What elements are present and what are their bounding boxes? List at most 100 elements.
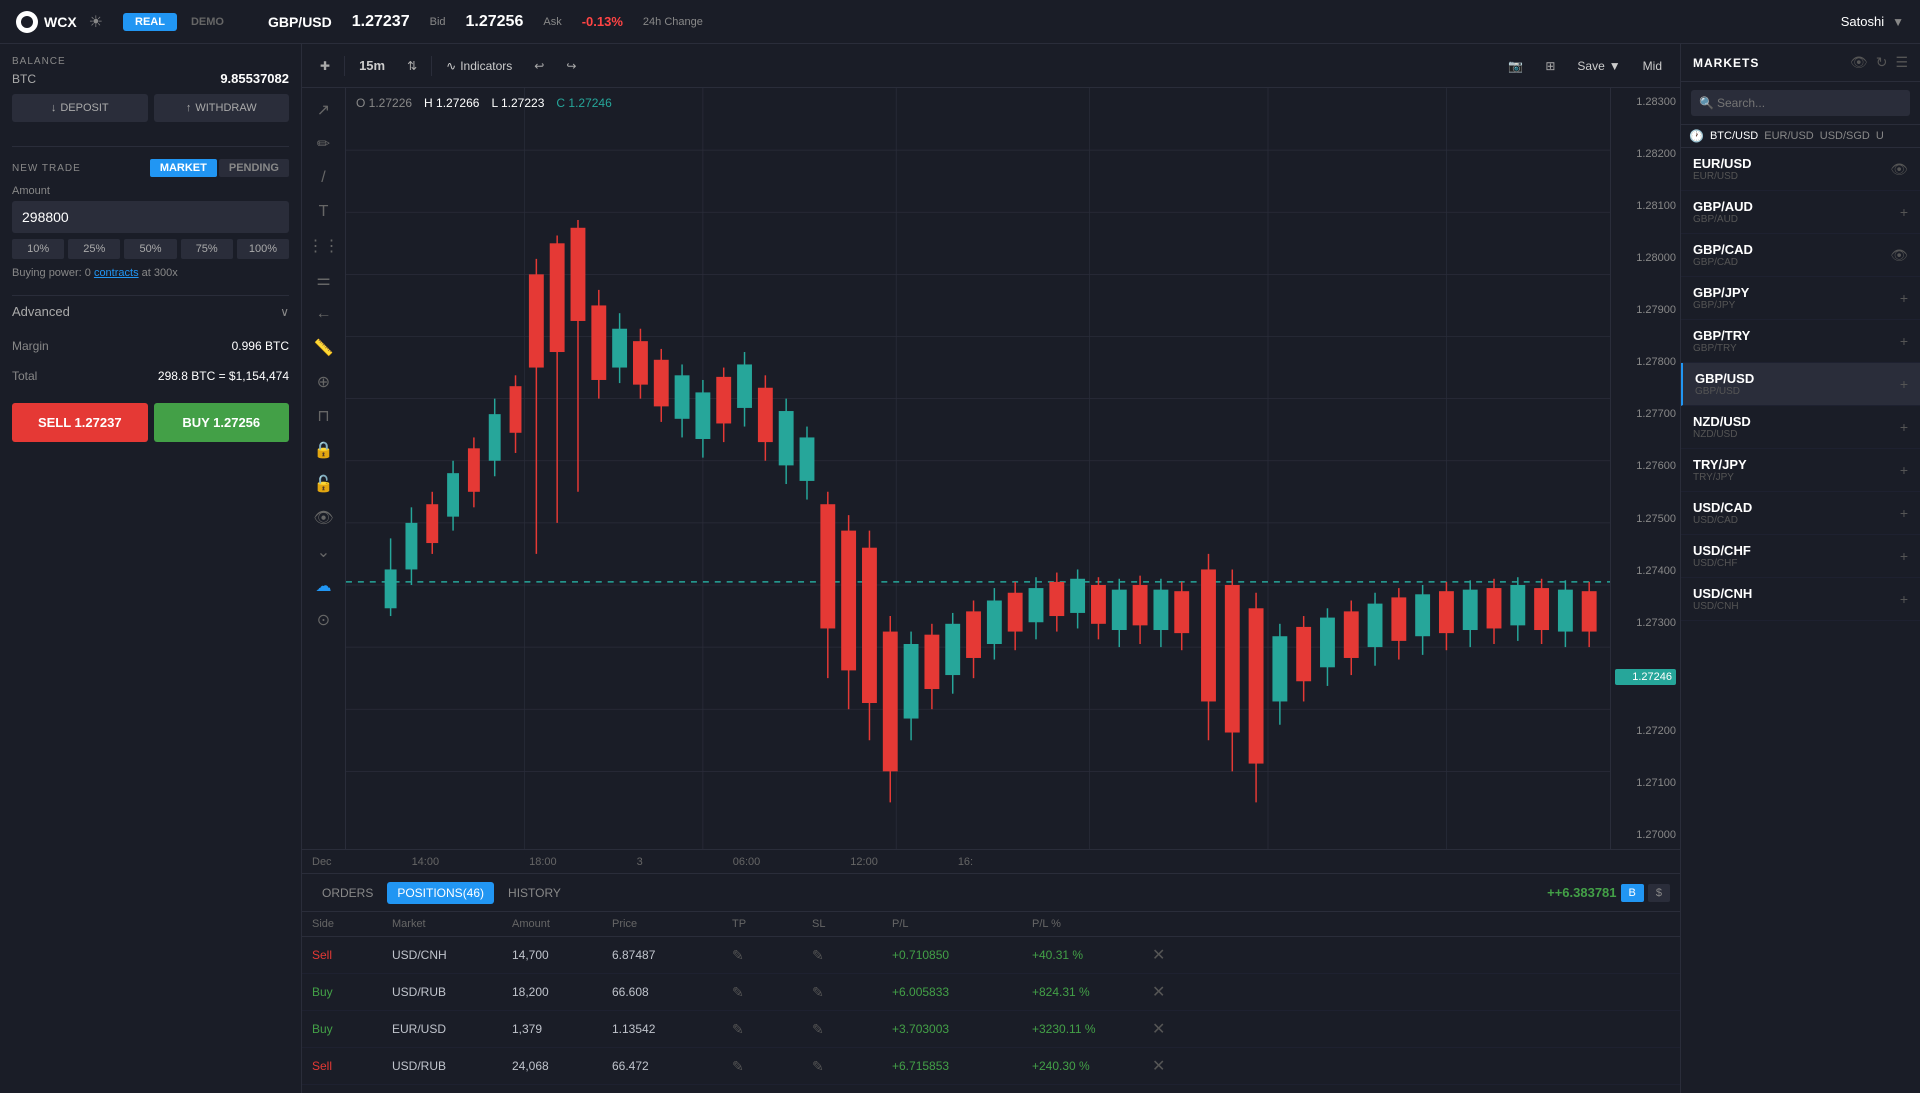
user-menu-button[interactable]: Satoshi: [1841, 14, 1884, 29]
ruler-tool[interactable]: 📏: [310, 334, 338, 362]
expand-tool[interactable]: ⌄: [310, 538, 338, 566]
plus-icon[interactable]: +: [1900, 376, 1908, 392]
channels-tool[interactable]: ⚌: [310, 266, 338, 294]
positions-tab[interactable]: POSITIONS(46): [387, 882, 494, 904]
btc-switch-button[interactable]: B: [1621, 884, 1644, 902]
plus-icon[interactable]: +: [1900, 591, 1908, 607]
sl-edit-icon[interactable]: ✎: [812, 947, 892, 964]
history-tab[interactable]: HISTORY: [498, 882, 571, 904]
market-item-nzdusd[interactable]: NZD/USD NZD/USD +: [1681, 406, 1920, 449]
quick-pair-btcusd[interactable]: BTC/USD: [1710, 130, 1758, 142]
eye-tool[interactable]: 👁: [310, 504, 338, 532]
cloud-icon[interactable]: ☁: [310, 572, 338, 600]
indicators-button[interactable]: ∿ Indicators: [438, 55, 520, 77]
lock-tool[interactable]: 🔒: [310, 436, 338, 464]
advanced-toggle[interactable]: Advanced ∨: [12, 295, 289, 327]
row-pl: +6.715853: [892, 1059, 1032, 1073]
sl-edit-icon[interactable]: ✎: [812, 1021, 892, 1038]
buy-button[interactable]: BUY 1.27256: [154, 403, 290, 442]
plus-icon[interactable]: +: [1900, 204, 1908, 220]
sun-icon[interactable]: ☀: [89, 12, 103, 32]
pct-10-button[interactable]: 10%: [12, 239, 64, 259]
close-position-icon[interactable]: ✕: [1152, 945, 1192, 965]
tp-edit-icon[interactable]: ✎: [732, 947, 812, 964]
deposit-button[interactable]: ↓ DEPOSIT: [12, 94, 148, 122]
line-tool[interactable]: /: [310, 164, 338, 192]
tp-edit-icon[interactable]: ✎: [732, 984, 812, 1001]
screenshot-button[interactable]: 📷: [1500, 55, 1531, 77]
pct-50-button[interactable]: 50%: [124, 239, 176, 259]
close-position-icon[interactable]: ✕: [1152, 982, 1192, 1002]
eye-icon[interactable]: 👁: [1890, 161, 1908, 178]
quick-pair-u[interactable]: U: [1876, 130, 1884, 142]
refresh-icon[interactable]: ↻: [1876, 54, 1888, 71]
market-item-tryjpy[interactable]: TRY/JPY TRY/JPY +: [1681, 449, 1920, 492]
market-item-gbpcad[interactable]: GBP/CAD GBP/CAD 👁: [1681, 234, 1920, 277]
market-button[interactable]: MARKET: [150, 159, 217, 177]
chart-main: ↗ ✏ / T ⋮⋮ ⚌ ← 📏 ⊕ ⊓ 🔒 🔓 👁 ⌄ ☁ ⊙ O: [302, 88, 1680, 849]
plus-icon[interactable]: +: [1900, 462, 1908, 478]
quick-pair-usdsgd[interactable]: USD/SGD: [1820, 130, 1870, 142]
markets-search-input[interactable]: [1691, 90, 1910, 116]
orders-tab[interactable]: ORDERS: [312, 882, 383, 904]
magnet-tool[interactable]: ⊓: [310, 402, 338, 430]
col-tp: TP: [732, 918, 812, 930]
save-button[interactable]: Save ▼: [1569, 55, 1628, 77]
layout-button[interactable]: ⊞: [1537, 55, 1563, 77]
market-item-usdcad[interactable]: USD/CAD USD/CAD +: [1681, 492, 1920, 535]
cursor-tool[interactable]: ↗: [310, 96, 338, 124]
top-nav: WCX ☀ REAL DEMO GBP/USD 1.27237 Bid 1.27…: [0, 0, 1920, 44]
list-icon[interactable]: ☰: [1895, 54, 1908, 71]
market-item-gbpusd[interactable]: GBP/USD GBP/USD +: [1681, 363, 1920, 406]
plus-icon[interactable]: +: [1900, 333, 1908, 349]
quick-pair-eurusd[interactable]: EUR/USD: [1764, 130, 1814, 142]
timeframe-button[interactable]: 15m: [351, 54, 393, 77]
market-item-gbpjpy[interactable]: GBP/JPY GBP/JPY +: [1681, 277, 1920, 320]
pct-100-button[interactable]: 100%: [237, 239, 289, 259]
row-pl-pct: +240.30 %: [1032, 1059, 1152, 1073]
eye-icon[interactable]: 👁: [1850, 54, 1868, 71]
eye-tool-2[interactable]: ⊙: [310, 606, 338, 634]
market-item-gbpaud[interactable]: GBP/AUD GBP/AUD +: [1681, 191, 1920, 234]
time-label-1200: 12:00: [850, 856, 878, 868]
back-tool[interactable]: ←: [310, 300, 338, 328]
row-side: Sell: [312, 1059, 392, 1073]
zoom-tool[interactable]: ⊕: [310, 368, 338, 396]
withdraw-button[interactable]: ↑ WITHDRAW: [154, 94, 290, 122]
tp-edit-icon[interactable]: ✎: [732, 1058, 812, 1075]
text-tool[interactable]: T: [310, 198, 338, 226]
sl-edit-icon[interactable]: ✎: [812, 1058, 892, 1075]
market-item-usdcnh[interactable]: USD/CNH USD/CNH +: [1681, 578, 1920, 621]
total-pnl: ++6.383781: [1547, 885, 1616, 900]
plus-icon[interactable]: +: [1900, 290, 1908, 306]
pending-button[interactable]: PENDING: [219, 159, 289, 177]
crosshair-tool[interactable]: ✚: [312, 55, 338, 77]
redo-button[interactable]: ↪: [558, 55, 584, 77]
contracts-link[interactable]: contracts: [94, 267, 139, 279]
market-item-eurusd[interactable]: EUR/USD EUR/USD 👁: [1681, 148, 1920, 191]
lock-open-tool[interactable]: 🔓: [310, 470, 338, 498]
tp-edit-icon[interactable]: ✎: [732, 1021, 812, 1038]
sl-edit-icon[interactable]: ✎: [812, 984, 892, 1001]
close-position-icon[interactable]: ✕: [1152, 1019, 1192, 1039]
pct-25-button[interactable]: 25%: [68, 239, 120, 259]
market-item-gbptry[interactable]: GBP/TRY GBP/TRY +: [1681, 320, 1920, 363]
plus-icon[interactable]: +: [1900, 419, 1908, 435]
close-position-icon[interactable]: ✕: [1152, 1056, 1192, 1076]
undo-button[interactable]: ↩: [526, 55, 552, 77]
real-mode-button[interactable]: REAL: [123, 13, 177, 31]
demo-mode-button[interactable]: DEMO: [179, 13, 236, 31]
amount-input[interactable]: [12, 201, 289, 233]
fibonacci-tool[interactable]: ⋮⋮: [310, 232, 338, 260]
chart-type-button[interactable]: ⇅: [399, 55, 425, 77]
eye-icon[interactable]: 👁: [1890, 247, 1908, 264]
plus-icon[interactable]: +: [1900, 505, 1908, 521]
draw-tool[interactable]: ✏: [310, 130, 338, 158]
market-item-usdchf[interactable]: USD/CHF USD/CHF +: [1681, 535, 1920, 578]
plus-icon[interactable]: +: [1900, 548, 1908, 564]
chevron-down-icon: ∨: [280, 305, 289, 319]
pct-75-button[interactable]: 75%: [181, 239, 233, 259]
mid-button[interactable]: Mid: [1635, 55, 1670, 77]
usd-switch-button[interactable]: $: [1648, 884, 1670, 902]
sell-button[interactable]: SELL 1.27237: [12, 403, 148, 442]
